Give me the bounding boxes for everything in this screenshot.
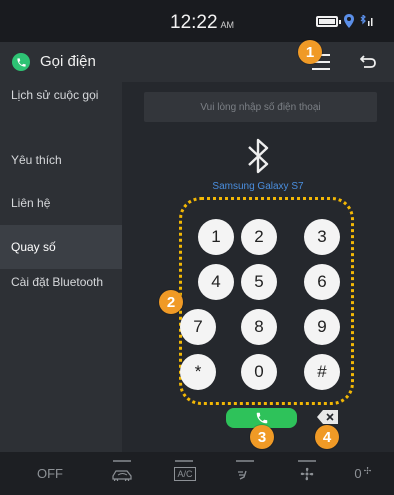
key-5[interactable]: 5 xyxy=(241,264,277,300)
sidebar-item-label: Yêu thích xyxy=(11,153,62,167)
sidebar-item-contacts[interactable]: Liên hệ xyxy=(0,181,122,225)
key-4[interactable]: 4 xyxy=(198,264,234,300)
sidebar-item-favorites[interactable]: Yêu thích xyxy=(0,140,122,181)
status-time: 12:22 AM xyxy=(170,12,235,33)
status-icons xyxy=(316,14,374,28)
bluetooth-signal-icon xyxy=(360,15,373,26)
callout-4: 4 xyxy=(315,425,339,449)
bluetooth-icon xyxy=(248,138,269,174)
backspace-icon[interactable] xyxy=(317,409,339,425)
sidebar-item-label: Cài đặt Bluetooth xyxy=(11,275,104,289)
app-header: Gọi điện xyxy=(0,42,394,82)
phone-number-input[interactable] xyxy=(144,92,377,122)
sidebar-item-label: Lịch sử cuộc gọi xyxy=(11,88,99,102)
key-6[interactable]: 6 xyxy=(304,264,340,300)
dialer-panel: Samsung Galaxy S7 1 2 3 4 5 6 7 8 9 * 0 … xyxy=(122,82,394,452)
key-1[interactable]: 1 xyxy=(198,219,234,255)
back-arrow-icon[interactable] xyxy=(358,52,378,72)
callout-3: 3 xyxy=(250,425,274,449)
seat-airflow-icon[interactable] xyxy=(225,452,265,495)
callout-2: 2 xyxy=(159,290,183,314)
sidebar-item-label: Quay số xyxy=(11,239,56,254)
fan-speed-indicator[interactable]: 0 xyxy=(343,452,383,495)
sidebar-item-bluetooth-settings[interactable]: Cài đặt Bluetooth xyxy=(0,269,122,327)
key-9[interactable]: 9 xyxy=(304,309,340,345)
car-recirculation-icon[interactable] xyxy=(100,452,144,495)
sidebar: Lịch sử cuộc gọi Yêu thích Liên hệ Quay … xyxy=(0,82,122,452)
callout-1: 1 xyxy=(298,40,322,64)
climate-bar: OFF A/C 0 xyxy=(0,452,394,495)
fan-icon[interactable] xyxy=(287,452,327,495)
key-hash[interactable]: # xyxy=(304,354,340,390)
key-0[interactable]: 0 xyxy=(241,354,277,390)
status-bar: 12:22 AM xyxy=(0,0,394,42)
location-icon xyxy=(344,14,354,28)
key-3[interactable]: 3 xyxy=(304,219,340,255)
climate-off-label: OFF xyxy=(37,466,63,481)
fan-speed-icon xyxy=(363,466,371,474)
climate-off-button[interactable]: OFF xyxy=(30,452,70,495)
status-ampm: AM xyxy=(220,20,235,30)
ac-label: A/C xyxy=(174,466,196,481)
page-title: Gọi điện xyxy=(40,53,96,70)
sidebar-item-call-history[interactable]: Lịch sử cuộc gọi xyxy=(0,82,122,140)
device-name: Samsung Galaxy S7 xyxy=(212,181,304,192)
key-8[interactable]: 8 xyxy=(241,309,277,345)
battery-icon xyxy=(316,15,341,27)
ac-button[interactable]: A/C xyxy=(165,452,205,495)
key-2[interactable]: 2 xyxy=(241,219,277,255)
phone-call-icon xyxy=(256,412,267,424)
key-7[interactable]: 7 xyxy=(180,309,216,345)
sidebar-item-dial[interactable]: Quay số xyxy=(0,225,122,269)
key-star[interactable]: * xyxy=(180,354,216,390)
phone-icon xyxy=(12,53,30,71)
fan-speed-label: 0 xyxy=(354,466,362,481)
sidebar-item-label: Liên hệ xyxy=(11,195,51,210)
